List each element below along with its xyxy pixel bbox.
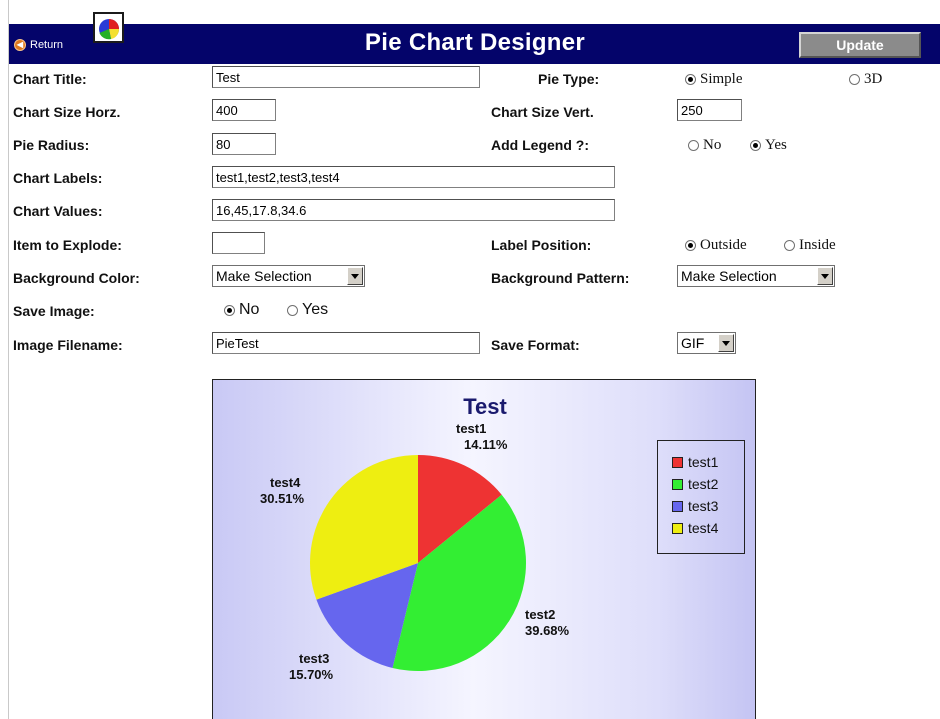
chevron-down-icon[interactable] — [817, 267, 833, 285]
legend-swatch — [672, 456, 683, 468]
chart-size-vert-label: Chart Size Vert. — [491, 104, 594, 120]
add-legend-yes-option[interactable]: Yes — [750, 137, 787, 154]
slice-name-test2: test2 — [525, 607, 556, 622]
add-legend-no-option[interactable]: No — [688, 137, 721, 154]
image-filename-input[interactable] — [212, 332, 480, 354]
label-position-inside-radio[interactable] — [784, 240, 795, 251]
add-legend-yes-text: Yes — [765, 137, 787, 153]
chart-size-horz-input[interactable] — [212, 99, 276, 121]
background-pattern-select[interactable]: Make Selection — [677, 265, 835, 287]
item-to-explode-input[interactable] — [212, 232, 265, 254]
slice-pct-test3: 15.70% — [289, 667, 334, 682]
slice-label-test1: test1 14.11% — [456, 421, 507, 453]
background-pattern-label: Background Pattern: — [491, 270, 630, 286]
pie-type-3d-radio[interactable] — [849, 74, 860, 85]
header-bar: ◀ Return Pie Chart Designer Update — [9, 12, 940, 64]
chart-preview: Test test1 14.11% test2 39.68% test3 15.… — [212, 379, 756, 719]
chevron-down-icon[interactable] — [718, 334, 734, 352]
slice-pct-test2: 39.68% — [525, 623, 570, 638]
add-legend-yes-radio[interactable] — [750, 140, 761, 151]
slice-label-test4: test4 30.51% — [260, 475, 304, 507]
update-button[interactable]: Update — [799, 32, 921, 58]
chart-labels-label: Chart Labels: — [13, 170, 103, 186]
label-position-outside-text: Outside — [700, 237, 747, 253]
slice-pct-test1: 14.11% — [464, 437, 508, 452]
save-image-yes-text: Yes — [302, 301, 329, 318]
pie-type-label: Pie Type: — [538, 71, 600, 87]
legend-swatch — [672, 522, 683, 534]
slice-label-test2: test2 39.68% — [525, 607, 569, 639]
legend-label: test4 — [688, 520, 719, 536]
image-filename-label: Image Filename: — [13, 337, 123, 353]
chart-values-label: Chart Values: — [13, 203, 103, 219]
slice-name-test3: test3 — [299, 651, 330, 666]
background-pattern-value: Make Selection — [681, 268, 777, 284]
legend-label: test3 — [688, 498, 719, 514]
save-format-value: GIF — [681, 335, 705, 351]
chart-title-label: Chart Title: — [13, 71, 87, 87]
label-position-label: Label Position: — [491, 237, 592, 253]
chevron-down-icon[interactable] — [347, 267, 363, 285]
slice-name-test1: test1 — [456, 421, 487, 436]
save-format-label: Save Format: — [491, 337, 580, 353]
legend-item: test3 — [658, 495, 744, 517]
app-frame: ◀ Return Pie Chart Designer Update Chart… — [8, 0, 940, 719]
legend-item: test1 — [658, 451, 744, 473]
label-position-outside-option[interactable]: Outside — [685, 237, 747, 254]
save-image-no-text: No — [239, 301, 260, 318]
pie-type-simple-radio[interactable] — [685, 74, 696, 85]
save-image-yes-option[interactable]: Yes — [287, 301, 328, 319]
chart-title-input[interactable] — [212, 66, 480, 88]
background-color-label: Background Color: — [13, 270, 140, 286]
pie-radius-label: Pie Radius: — [13, 137, 90, 153]
chart-legend: test1 test2 test3 test4 — [657, 440, 745, 554]
chart-size-horz-label: Chart Size Horz. — [13, 104, 121, 120]
legend-swatch — [672, 478, 683, 490]
legend-item: test2 — [658, 473, 744, 495]
pie-type-simple-text: Simple — [700, 71, 743, 87]
item-to-explode-label: Item to Explode: — [13, 237, 122, 253]
add-legend-no-text: No — [703, 137, 722, 153]
legend-label: test2 — [688, 476, 719, 492]
pie-type-3d-text: 3D — [864, 71, 883, 87]
chart-labels-input[interactable] — [212, 166, 615, 188]
pie-radius-input[interactable] — [212, 133, 276, 155]
chart-size-vert-input[interactable] — [677, 99, 742, 121]
label-position-inside-option[interactable]: Inside — [784, 237, 836, 254]
pie-type-simple-option[interactable]: Simple — [685, 71, 743, 88]
label-position-inside-text: Inside — [799, 237, 836, 253]
background-color-value: Make Selection — [216, 268, 312, 284]
save-image-no-radio[interactable] — [224, 304, 235, 316]
save-image-no-option[interactable]: No — [224, 301, 259, 319]
chart-values-input[interactable] — [212, 199, 615, 221]
save-image-yes-radio[interactable] — [287, 304, 298, 316]
add-legend-no-radio[interactable] — [688, 140, 699, 151]
legend-swatch — [672, 500, 683, 512]
save-format-select[interactable]: GIF — [677, 332, 736, 354]
slice-name-test4: test4 — [270, 475, 301, 490]
background-color-select[interactable]: Make Selection — [212, 265, 365, 287]
save-image-label: Save Image: — [13, 303, 95, 319]
label-position-outside-radio[interactable] — [685, 240, 696, 251]
legend-item: test4 — [658, 517, 744, 539]
slice-pct-test4: 30.51% — [260, 491, 305, 506]
add-legend-label: Add Legend ?: — [491, 137, 589, 153]
pie-type-3d-option[interactable]: 3D — [849, 71, 882, 88]
slice-label-test3: test3 15.70% — [289, 651, 333, 683]
legend-label: test1 — [688, 454, 719, 470]
